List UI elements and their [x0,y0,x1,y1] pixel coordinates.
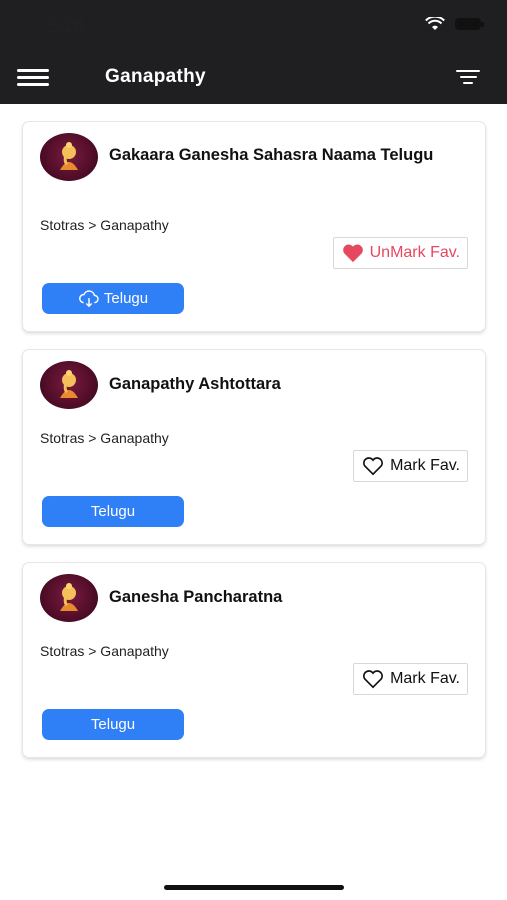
ganesha-thumbnail [40,133,98,181]
stotra-card[interactable]: Gakaara Ganesha Sahasra Naama Telugu Sto… [23,122,485,331]
unmark-favorite-button[interactable]: UnMark Fav. [332,237,468,269]
status-icons [425,17,484,31]
heart-filled-icon [342,244,363,263]
ganesha-thumbnail [40,361,98,409]
mark-favorite-button[interactable]: Mark Fav. [353,450,468,482]
card-title: Ganesha Pancharatna [109,588,283,606]
stotra-card[interactable]: Ganesha Pancharatna Stotras > Ganapathy … [23,563,485,757]
category-breadcrumb: Stotras > Ganapathy [40,643,169,659]
language-label: Telugu [90,503,136,520]
card-title: Gakaara Ganesha Sahasra Naama Telugu [109,146,434,164]
language-label: Telugu [103,290,149,307]
stotra-card[interactable]: Ganapathy Ashtottara Stotras > Ganapathy… [23,350,485,544]
mark-favorite-button[interactable]: Mark Fav. [353,663,468,695]
favorite-label: Mark Fav. [390,670,460,687]
menu-button[interactable] [17,69,49,87]
category-breadcrumb: Stotras > Ganapathy [40,430,169,446]
language-button[interactable]: Telugu [42,283,184,314]
language-button[interactable]: Telugu [42,709,184,740]
app-bar: 5:20 Ganapathy [0,0,507,104]
cloud-download-icon [78,289,99,307]
heart-outline-icon [363,457,384,476]
favorite-label: Mark Fav. [390,457,460,474]
home-indicator [164,885,344,890]
card-title: Ganapathy Ashtottara [109,375,281,393]
page-title: Ganapathy [105,66,206,87]
favorite-label: UnMark Fav. [369,244,460,261]
wifi-icon [425,17,445,30]
ganesha-thumbnail [40,574,98,622]
status-time: 5:20 [48,16,85,36]
language-label: Telugu [90,716,136,733]
battery-icon [455,18,484,30]
language-button[interactable]: Telugu [42,496,184,527]
category-breadcrumb: Stotras > Ganapathy [40,217,169,233]
heart-outline-icon [363,670,384,689]
filter-button[interactable] [456,70,480,86]
